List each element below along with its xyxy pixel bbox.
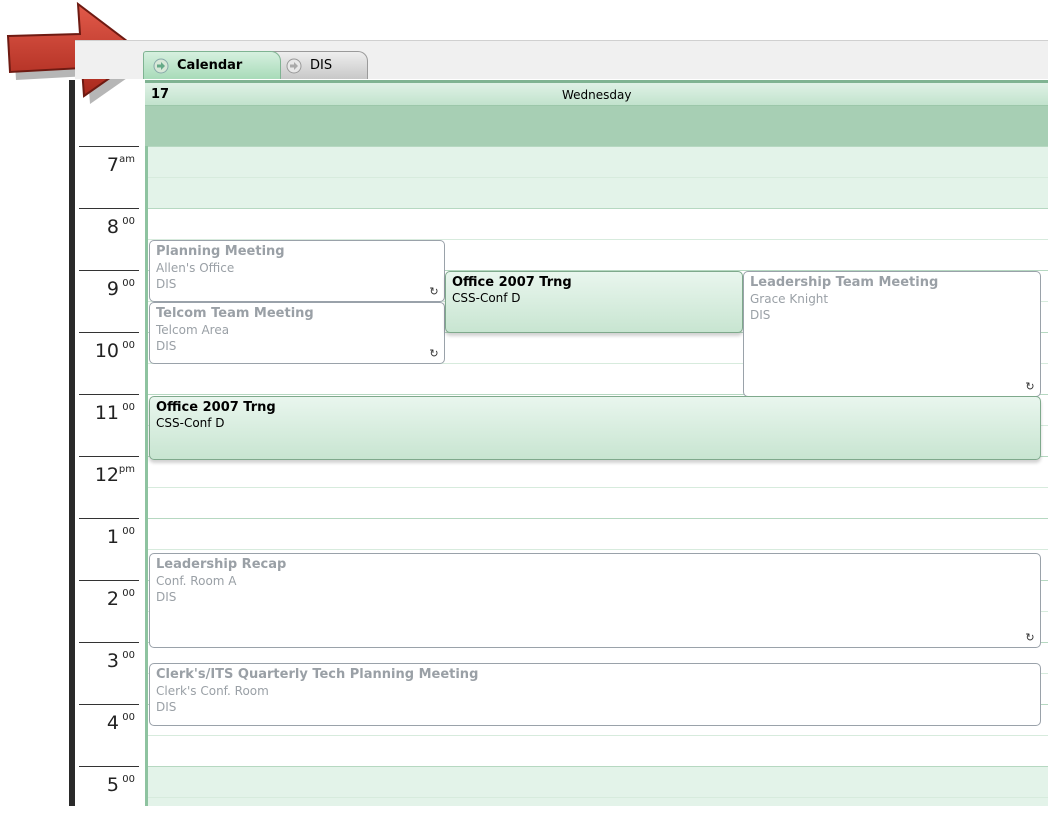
time-slot[interactable] (148, 177, 1048, 208)
appointment-location: CSS-Conf D (156, 416, 225, 430)
day-grid[interactable]: Planning Meeting Allen's Office DIS ↻ Te… (145, 146, 1048, 806)
appointment-title: Telcom Team Meeting (156, 306, 314, 321)
appointment-location: Allen's Office (156, 261, 235, 275)
time-slot[interactable] (148, 146, 1048, 177)
arrow-right-icon (286, 58, 302, 73)
appointment-organizer: DIS (156, 590, 177, 604)
tab-calendar-label: Calendar (177, 58, 243, 73)
day-header: 17 Wednesday (145, 80, 1048, 146)
time-label: 7 am (75, 146, 139, 206)
recurrence-icon: ↻ (429, 285, 439, 298)
time-slot[interactable] (148, 208, 1048, 239)
day-number: 17 (151, 87, 170, 102)
time-label: 4 00 (75, 704, 139, 764)
appointment-location: CSS-Conf D (452, 291, 521, 305)
appointment-organizer: DIS (750, 308, 771, 322)
appointment-organizer: DIS (156, 277, 177, 291)
appointment-title: Leadership Team Meeting (750, 275, 939, 290)
time-gutter: 7 am 8 00 9 00 10 00 11 00 12 pm 1 00 2 00 3 00 4… (75, 146, 145, 806)
appointment-leadership-recap[interactable]: Leadership Recap Conf. Room A DIS ↻ (149, 553, 1041, 648)
appointment-office-2007-trng[interactable]: Office 2007 Trng CSS-Conf D (445, 271, 743, 333)
appointment-title: Office 2007 Trng (156, 400, 276, 415)
appointment-location: Grace Knight (750, 292, 829, 306)
time-slot[interactable] (148, 797, 1048, 806)
time-label: 3 00 (75, 642, 139, 702)
time-slot[interactable] (148, 735, 1048, 766)
time-label: 8 00 (75, 208, 139, 268)
appointment-leadership-team-meeting[interactable]: Leadership Team Meeting Grace Knight DIS… (743, 271, 1041, 397)
day-header-bar[interactable]: 17 Wednesday (145, 83, 1048, 106)
appointment-location: Conf. Room A (156, 574, 237, 588)
appointment-quarterly-tech-planning-meeting[interactable]: Clerk's/ITS Quarterly Tech Planning Meet… (149, 663, 1041, 726)
tab-dis[interactable]: DIS (270, 51, 368, 79)
time-slot[interactable] (148, 487, 1048, 518)
appointment-organizer: DIS (156, 339, 177, 353)
recurrence-icon: ↻ (429, 347, 439, 360)
time-label: 2 00 (75, 580, 139, 640)
appointment-title: Clerk's/ITS Quarterly Tech Planning Meet… (156, 667, 479, 682)
time-label: 5 00 (75, 766, 139, 826)
time-label: 10 00 (75, 332, 139, 392)
appointment-location: Clerk's Conf. Room (156, 684, 269, 698)
time-slot[interactable] (148, 518, 1048, 549)
tab-strip: Calendar DIS (75, 40, 1048, 79)
tab-calendar[interactable]: Calendar (143, 51, 281, 79)
appointment-title: Planning Meeting (156, 244, 285, 259)
appointment-organizer: DIS (156, 700, 177, 714)
time-slot[interactable] (148, 456, 1048, 487)
appointment-telcom-team-meeting[interactable]: Telcom Team Meeting Telcom Area DIS ↻ (149, 302, 445, 364)
tab-dis-label: DIS (310, 58, 333, 73)
time-label: 12 pm (75, 456, 139, 516)
time-label: 9 00 (75, 270, 139, 330)
day-name: Wednesday (562, 88, 632, 102)
appointment-title: Leadership Recap (156, 557, 287, 572)
time-slot[interactable] (148, 766, 1048, 797)
appointment-office-2007-trng[interactable]: Office 2007 Trng CSS-Conf D (149, 396, 1041, 460)
recurrence-icon: ↻ (1025, 631, 1035, 644)
appointment-title: Office 2007 Trng (452, 275, 572, 290)
appointment-planning-meeting[interactable]: Planning Meeting Allen's Office DIS ↻ (149, 240, 445, 302)
arrow-right-icon (153, 58, 169, 73)
time-label: 11 00 (75, 394, 139, 454)
time-label: 1 00 (75, 518, 139, 578)
recurrence-icon: ↻ (1025, 380, 1035, 393)
appointment-location: Telcom Area (156, 323, 230, 337)
